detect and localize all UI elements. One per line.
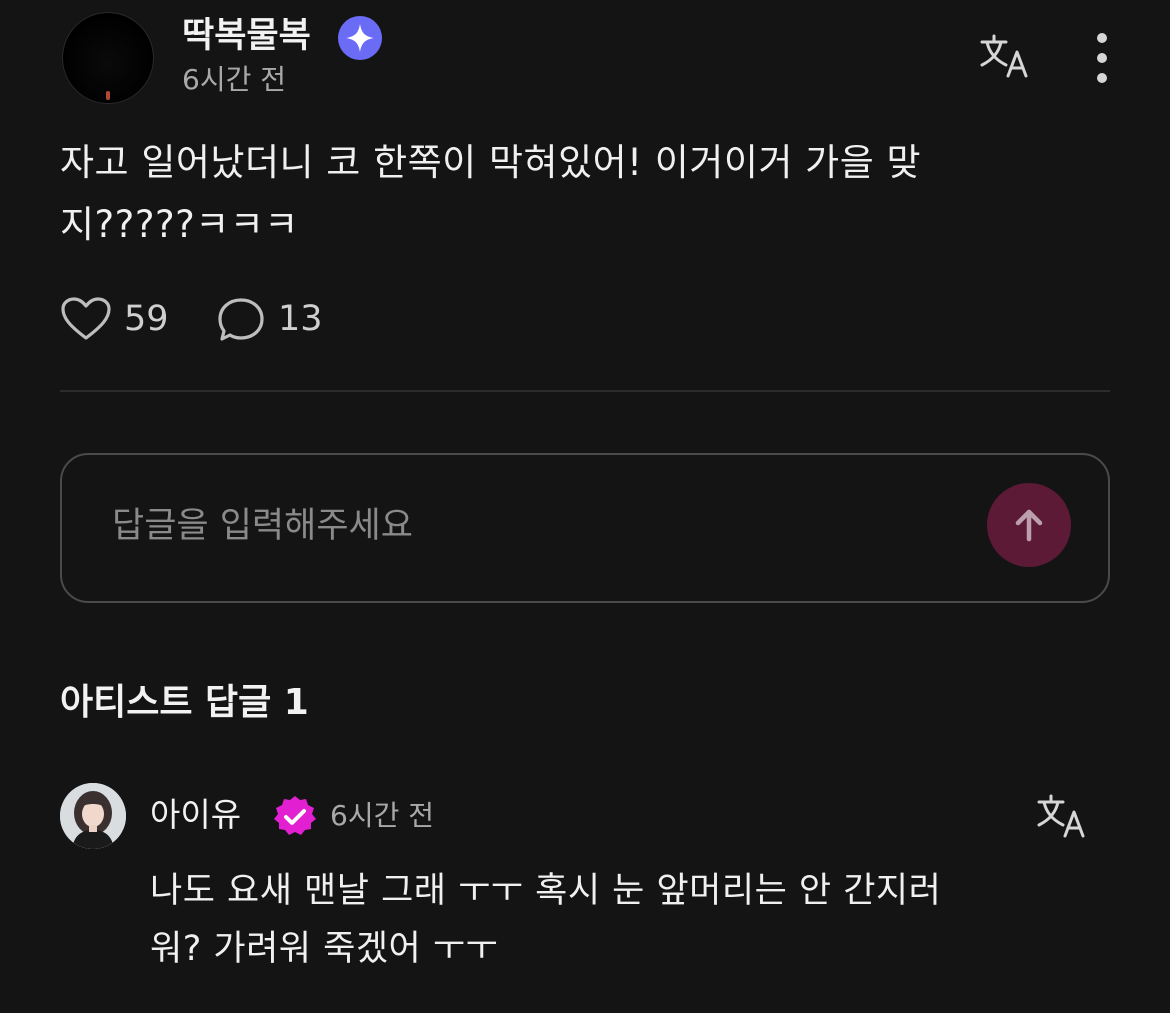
verified-check-badge-icon <box>274 796 316 835</box>
artist-replies-heading: 아티스트 답글 1 <box>60 682 309 723</box>
comment-count: 13 <box>278 299 323 339</box>
like-count: 59 <box>124 299 169 339</box>
post-body-line: 지?????ㅋㅋㅋ <box>60 203 299 246</box>
post-body: 자고 일어났더니 코 한쪽이 막혀있어! 이거이거 가을 맞 지?????ㅋㅋㅋ <box>60 132 1070 256</box>
post-author-avatar[interactable] <box>62 12 154 104</box>
reply-timestamp: 6시간 전 <box>330 799 434 832</box>
post-timestamp: 6시간 전 <box>182 63 286 96</box>
reply-body-line: 워? 가려워 죽겠어 ㅜㅜ <box>150 929 499 969</box>
translate-icon[interactable] <box>978 32 1034 80</box>
reply-author-name[interactable]: 아이유 <box>150 792 241 838</box>
post-body-line: 자고 일어났더니 코 한쪽이 막혀있어! 이거이거 가을 맞 <box>60 141 922 184</box>
reply-body: 나도 요새 맨날 그래 ㅜㅜ 혹시 눈 앞머리는 안 간지러 워? 가려워 죽겠… <box>150 862 1110 978</box>
more-options-icon[interactable] <box>1082 30 1122 86</box>
arrow-up-icon <box>1015 509 1043 542</box>
comment-icon[interactable] <box>216 296 268 344</box>
avatar-portrait <box>60 783 126 849</box>
avatar-figure <box>106 91 110 100</box>
translate-icon[interactable] <box>1035 792 1091 840</box>
post-author-name[interactable]: 딱복물복 <box>182 14 311 58</box>
reply-body-line: 나도 요새 맨날 그래 ㅜㅜ 혹시 눈 앞머리는 안 간지러 <box>150 871 942 911</box>
reply-author-avatar[interactable] <box>60 783 126 849</box>
section-divider <box>60 390 1110 392</box>
reply-input[interactable] <box>112 491 972 561</box>
heart-icon[interactable] <box>60 296 112 342</box>
sparkle-badge-icon <box>338 16 382 60</box>
reply-input-container <box>60 453 1110 603</box>
send-button[interactable] <box>987 483 1071 567</box>
